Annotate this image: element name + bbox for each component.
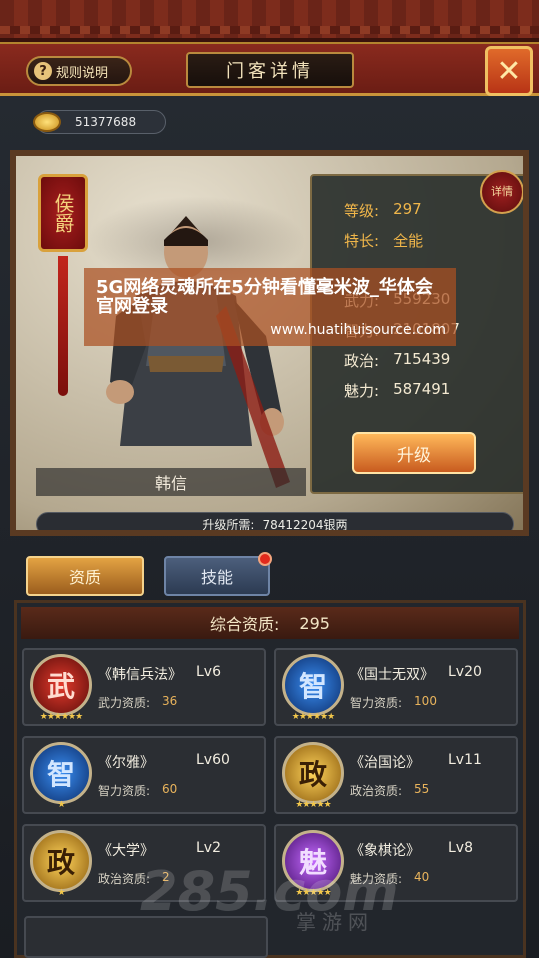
stat-politics: 政治: 715439 [344, 350, 450, 371]
skill-name: 《国士无双》 [350, 667, 434, 683]
force-emblem-icon: 武 [30, 654, 92, 716]
skill-attr-label: 武力资质: [98, 696, 151, 710]
politics-emblem-icon: 政 [282, 742, 344, 804]
overlay-title: 5G网络灵魂所在5分钟看懂毫米波_华体会官网登录 [96, 277, 433, 317]
rank-label: 侯爵 [51, 193, 75, 233]
skill-level: Lv2 [196, 840, 221, 856]
stat-specialty: 特长: 全能 [344, 230, 423, 251]
aptitude-total-label: 综合资质: [210, 615, 280, 634]
header-bar: ? 规则说明 门客详情 ✕ [0, 42, 539, 96]
skill-name: 《韩信兵法》 [98, 667, 182, 683]
skill-card[interactable]: 智 ★★★★★★ 《国士无双》 Lv20 智力资质: 100 [274, 648, 518, 726]
stat-charm: 魅力: 587491 [344, 380, 450, 401]
skill-name: 《象棋论》 [350, 843, 420, 859]
skill-level: Lv6 [196, 664, 221, 680]
upgrade-button[interactable]: 升级 [352, 432, 476, 474]
skill-level: Lv60 [196, 752, 230, 768]
star-rating: ★★★★★ [295, 800, 331, 810]
skill-card[interactable]: 武 ★★★★★★ 《韩信兵法》 Lv6 武力资质: 36 [22, 648, 266, 726]
stat-key: 特长: [344, 232, 380, 250]
silver-amount: 51377688 [75, 115, 137, 129]
warrior-illustration [106, 216, 290, 488]
skill-attr-label: 政治资质: [350, 784, 403, 798]
tab-aptitude[interactable]: 资质 [26, 556, 144, 596]
skill-name: 《大学》 [98, 843, 154, 859]
intelligence-emblem-icon: 智 [30, 742, 92, 804]
stat-value: 297 [393, 200, 422, 218]
skill-attribute: 智力资质: 100 [350, 694, 437, 711]
stat-value: 715439 [393, 350, 451, 368]
tab-skills[interactable]: 技能 [164, 552, 272, 596]
skill-attr-value: 100 [414, 694, 437, 708]
skill-name: 《治国论》 [350, 755, 420, 771]
star-rating: ★★★★★★ [291, 712, 335, 722]
stat-value: 全能 [393, 232, 424, 250]
stat-level: 等级: 297 [344, 200, 422, 221]
skill-attribute: 智力资质: 60 [98, 782, 177, 799]
star-rating: ★ [57, 800, 65, 810]
star-rating: ★ [57, 888, 65, 898]
skill-attr-label: 智力资质: [350, 696, 403, 710]
skill-attr-value: 55 [414, 782, 430, 796]
stat-key: 等级: [344, 202, 380, 220]
stat-value: 587491 [393, 380, 451, 398]
silver-coin-icon [33, 112, 61, 132]
close-button[interactable]: ✕ [485, 46, 533, 96]
skill-name: 《尔雅》 [98, 755, 154, 771]
close-icon: ✕ [496, 53, 522, 89]
rules-label: 规则说明 [56, 65, 109, 81]
politics-emblem-icon: 政 [30, 830, 92, 892]
skill-level: Lv11 [448, 752, 482, 768]
aptitude-total: 综合资质: 295 [21, 607, 519, 639]
skill-attr-label: 智力资质: [98, 784, 151, 798]
article-overlay: 5G网络灵魂所在5分钟看懂毫米波_华体会官网登录 www.huatihuisou… [84, 268, 456, 346]
skill-level: Lv8 [448, 840, 473, 856]
question-icon: ? [34, 62, 52, 80]
rank-badge: 侯爵 [38, 174, 88, 252]
skill-card[interactable]: 智 ★ 《尔雅》 Lv60 智力资质: 60 [22, 736, 266, 814]
silver-balance: 51377688 [33, 110, 166, 134]
skill-attribute: 政治资质: 55 [350, 782, 429, 799]
detail-button[interactable]: 详情 [480, 170, 523, 214]
rank-tassel [58, 256, 68, 396]
site-watermark-sub: 掌游网 [296, 910, 374, 934]
skill-attr-value: 40 [414, 870, 430, 884]
upgrade-cost-bar: 升级所需: 78412204银两 [36, 512, 514, 532]
page-title: 门客详情 [186, 52, 354, 88]
roof-decoration [0, 0, 539, 42]
stat-key: 政治: [344, 352, 380, 370]
hero-name: 韩信 [36, 468, 306, 496]
intelligence-emblem-icon: 智 [282, 654, 344, 716]
rules-button[interactable]: ? 规则说明 [26, 56, 132, 86]
stat-key: 魅力: [344, 382, 380, 400]
cost-value: 78412204银两 [262, 517, 348, 532]
notification-dot-icon [258, 552, 272, 566]
skill-card[interactable]: 政 ★★★★★ 《治国论》 Lv11 政治资质: 55 [274, 736, 518, 814]
skill-attribute: 武力资质: 36 [98, 694, 177, 711]
overlay-url: www.huatihuisource.com [270, 322, 446, 338]
tab-skills-label: 技能 [200, 568, 233, 587]
aptitude-total-value: 295 [299, 613, 330, 633]
skill-attr-value: 60 [162, 782, 178, 796]
skill-level: Lv20 [448, 664, 482, 680]
skill-attr-value: 36 [162, 694, 178, 708]
star-rating: ★★★★★★ [39, 712, 83, 722]
cost-label: 升级所需: [202, 517, 255, 532]
